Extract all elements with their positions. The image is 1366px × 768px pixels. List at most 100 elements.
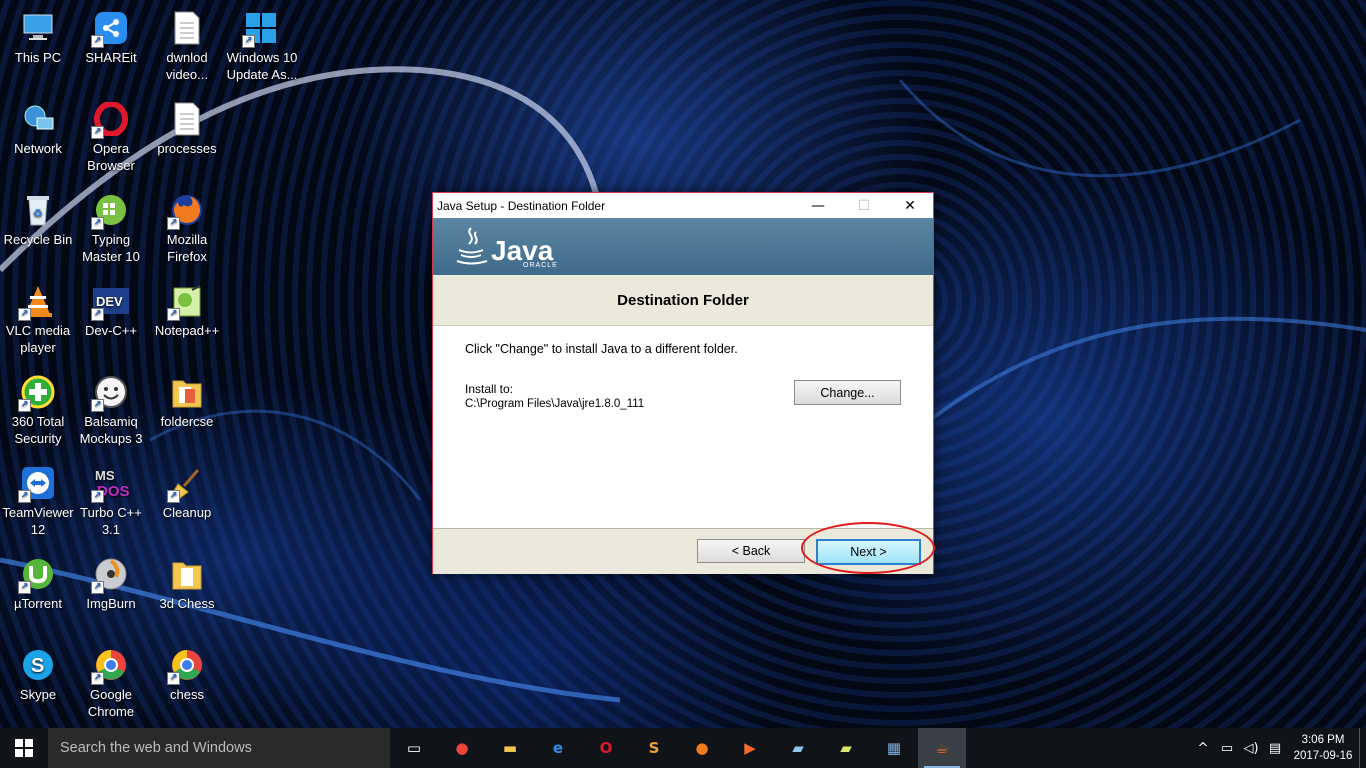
sublime-icon: S [648,739,660,757]
taskbar-button-task-view[interactable]: ▭ [390,728,438,768]
desktop-icon-label: SHAREit [85,50,137,65]
network-status-icon[interactable]: ▭ [1215,728,1239,768]
desktop-icon-windows-10-update[interactable]: ↗ Windows 10 Update As... [224,4,300,92]
desktop-icon-label: TeamViewer 12 [2,505,74,537]
teamviewer-icon: ↗ [18,465,56,503]
desktop-icon-balsamiq[interactable]: ↗ Balsamiq Mockups 3 [73,368,149,456]
clock-date: 2017-09-16 [1293,750,1353,762]
desktop-icon-label: Turbo C++ 3.1 [80,505,142,537]
desktop-icon-recycle-bin[interactable]: ♻ Recycle Bin [0,186,76,274]
taskbar-button-edge[interactable]: e [534,728,582,768]
desktop-icon-label: ImgBurn [86,596,136,611]
desktop-icon-imgburn[interactable]: ↗ ImgBurn [73,550,149,638]
minimize-button[interactable]: — [795,193,841,218]
svg-text:MS: MS [95,468,115,483]
notes-icon: ▰ [792,739,804,757]
taskbar-button-folder[interactable]: ▰ [822,728,870,768]
change-button[interactable]: Change... [794,380,901,405]
taskbar-button-chrome[interactable]: ● [438,728,486,768]
broom-icon: ↗ [167,465,205,503]
close-button[interactable]: ✕ [887,193,933,218]
taskbar-button-notes[interactable]: ▰ [774,728,822,768]
action-center-icon[interactable]: ▤ [1263,728,1287,768]
desktop-icon-processes[interactable]: processes [149,95,225,183]
desktop-icon-dwnlod-video[interactable]: dwnlod video... [149,4,225,92]
chevron-up-icon[interactable]: ^ [1191,728,1215,768]
dialog-content: Click "Change" to install Java to a diff… [433,326,933,528]
desktop-icon-label: Google Chrome [87,687,135,719]
desktop-icon-cleanup[interactable]: ↗ Cleanup [149,459,225,547]
taskbar-button-opera[interactable]: O [582,728,630,768]
desktop-icon-label: Mozilla Firefox [166,232,208,264]
java-setup-dialog: Java Setup - Destination Folder — ☐ ✕ Ja… [432,192,934,574]
desktop-icon-devcpp[interactable]: DEV ↗ Dev-C++ [73,277,149,365]
desktop-icon-label: Skype [19,687,57,702]
taskbar-apps: ▭ ● ▬ e O S ● ▶ ▰ ▰ ▦ ☕ [390,728,966,768]
desktop-icon-label: Opera Browser [87,141,135,173]
utorrent-icon: ↗ [18,556,56,594]
opera-icon: ↗ [91,101,129,139]
install-to-label: Install to: [465,382,514,396]
desktop-icon-label: Balsamiq Mockups 3 [79,414,143,446]
java-cup-icon [456,227,488,265]
notepadpp-icon: ↗ [167,283,205,321]
desktop-icon-foldercse[interactable]: foldercse [149,368,225,456]
desktop-icon-this-pc[interactable]: This PC [0,4,76,92]
desktop-icon-teamviewer[interactable]: ↗ TeamViewer 12 [0,459,76,547]
dialog-titlebar[interactable]: Java Setup - Destination Folder — ☐ ✕ [433,193,933,218]
text-file-icon [169,10,205,46]
desktop-icon-firefox[interactable]: ↗ Mozilla Firefox [149,186,225,274]
system-tray: ^ ▭ ◁) ▤ 3:06 PM 2017-09-16 [1191,728,1366,768]
taskbar-button-firefox[interactable]: ● [678,728,726,768]
typing-master-icon: ↗ [91,192,129,230]
java-logo: Java ORACLE [455,224,557,269]
skype-icon: S [20,647,56,683]
media-player-icon: ▶ [744,739,756,757]
java-banner: Java ORACLE [433,218,933,275]
desktop-icon-vlc[interactable]: ↗ VLC media player [0,277,76,365]
taskbar-button-installer[interactable]: ▦ [870,728,918,768]
folder-icon: ▰ [840,739,852,757]
clock[interactable]: 3:06 PM 2017-09-16 [1287,732,1359,764]
desktop-icon-typing-master[interactable]: ↗ Typing Master 10 [73,186,149,274]
desktop-icon-opera[interactable]: ↗ Opera Browser [73,95,149,183]
recycle-bin-icon: ♻ [20,192,56,228]
desktop-icon-label: VLC media player [5,323,71,355]
highlight-circle [801,522,935,574]
desktop-icon-google-chrome[interactable]: ↗ Google Chrome [73,641,149,729]
desktop-icon-360-security[interactable]: ↗ 360 Total Security [0,368,76,456]
search-placeholder: Search the web and Windows [60,740,252,756]
desktop-icon-label: processes [157,141,217,156]
desktop-icon-3d-chess[interactable]: 3d Chess [149,550,225,638]
taskbar-button-java-setup[interactable]: ☕ [918,728,966,768]
windows-logo-icon: ↗ [242,10,280,48]
taskbar-button-file-explorer[interactable]: ▬ [486,728,534,768]
network-icon [20,101,56,137]
desktop-icon-label: Dev-C++ [84,323,138,338]
folder-icon [169,556,205,592]
desktop-icon-notepadpp[interactable]: ↗ Notepad++ [149,277,225,365]
desktop-icon-utorrent[interactable]: ↗ µTorrent [0,550,76,638]
oracle-wordmark: ORACLE [523,262,558,269]
clock-time: 3:06 PM [1301,734,1345,746]
desktop-icon-network[interactable]: Network [0,95,76,183]
desktop-icon-label: 3d Chess [159,596,215,611]
desktop-icon-label: µTorrent [14,596,62,611]
desktop-icon-skype[interactable]: S Skype [0,641,76,729]
start-button[interactable] [0,728,48,768]
desktop-icon-turbo-cpp[interactable]: MS DOS ↗ Turbo C++ 3.1 [73,459,149,547]
taskbar-button-sublime[interactable]: S [630,728,678,768]
desktop-icon-shareit[interactable]: ↗ SHAREit [73,4,149,92]
svg-text:S: S [31,655,44,677]
folder-icon [169,374,205,410]
taskbar-search-box[interactable]: Search the web and Windows [48,728,390,768]
desktop-icon-chess[interactable]: ↗ chess [149,641,225,729]
desktop-icon-label: dwnlod video... [166,50,208,82]
desktop-icon-label: foldercse [160,414,214,429]
back-button[interactable]: < Back [697,539,805,563]
desktop-icon-label: Typing Master 10 [82,232,140,264]
taskbar-button-media-player[interactable]: ▶ [726,728,774,768]
computer-icon [20,10,56,46]
show-desktop-button[interactable] [1359,728,1366,768]
volume-icon[interactable]: ◁) [1239,728,1263,768]
